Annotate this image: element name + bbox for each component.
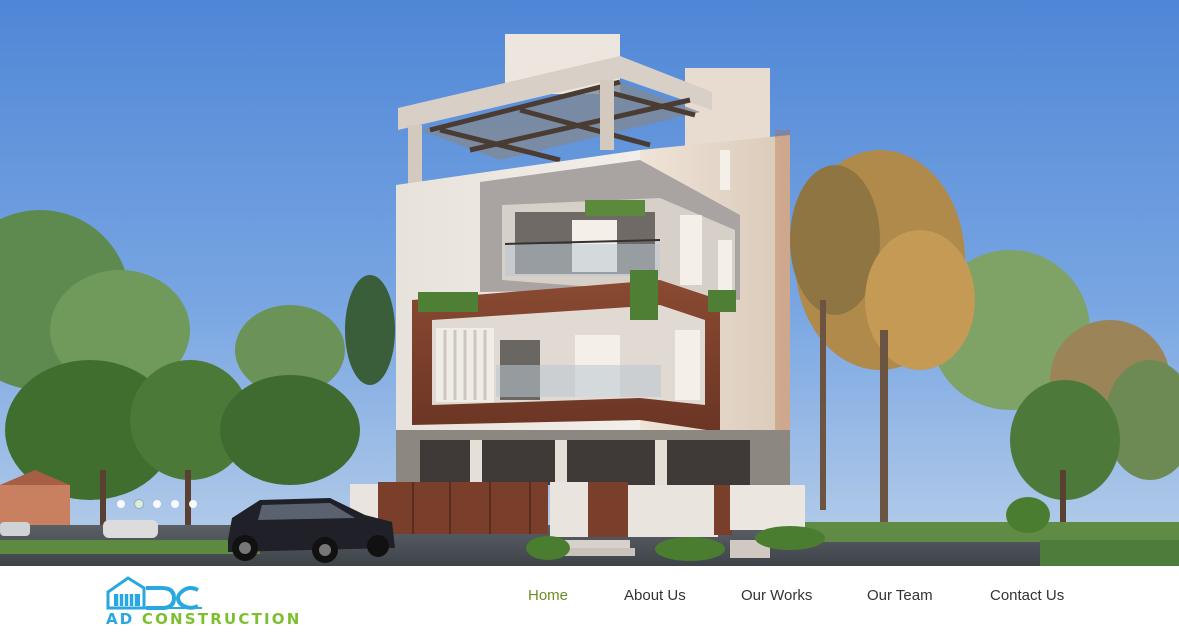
nav-about-us[interactable]: About Us (624, 587, 686, 604)
logo-text: AD CONSTRUCTION (106, 610, 302, 628)
logo-text-prefix: AD (106, 610, 135, 628)
slider-dot[interactable] (117, 500, 125, 508)
nav-our-team[interactable]: Our Team (867, 587, 933, 604)
nav-our-works[interactable]: Our Works (741, 587, 812, 604)
slider-dot[interactable] (153, 500, 161, 508)
slider-dot[interactable] (189, 500, 197, 508)
slider-dots (117, 500, 197, 508)
slider-dot[interactable] (171, 500, 179, 508)
hero-slider (0, 0, 1179, 566)
nav-home[interactable]: Home (528, 587, 568, 604)
navbar: AD CONSTRUCTION Home About Us Our Works … (0, 566, 1179, 633)
nav-contact-us[interactable]: Contact Us (990, 587, 1064, 604)
hero-image (0, 0, 1179, 566)
slider-dot-active[interactable] (135, 500, 143, 508)
logo-text-rest: CONSTRUCTION (134, 610, 302, 628)
main-menu: Home About Us Our Works Our Team Contact… (0, 587, 1179, 611)
